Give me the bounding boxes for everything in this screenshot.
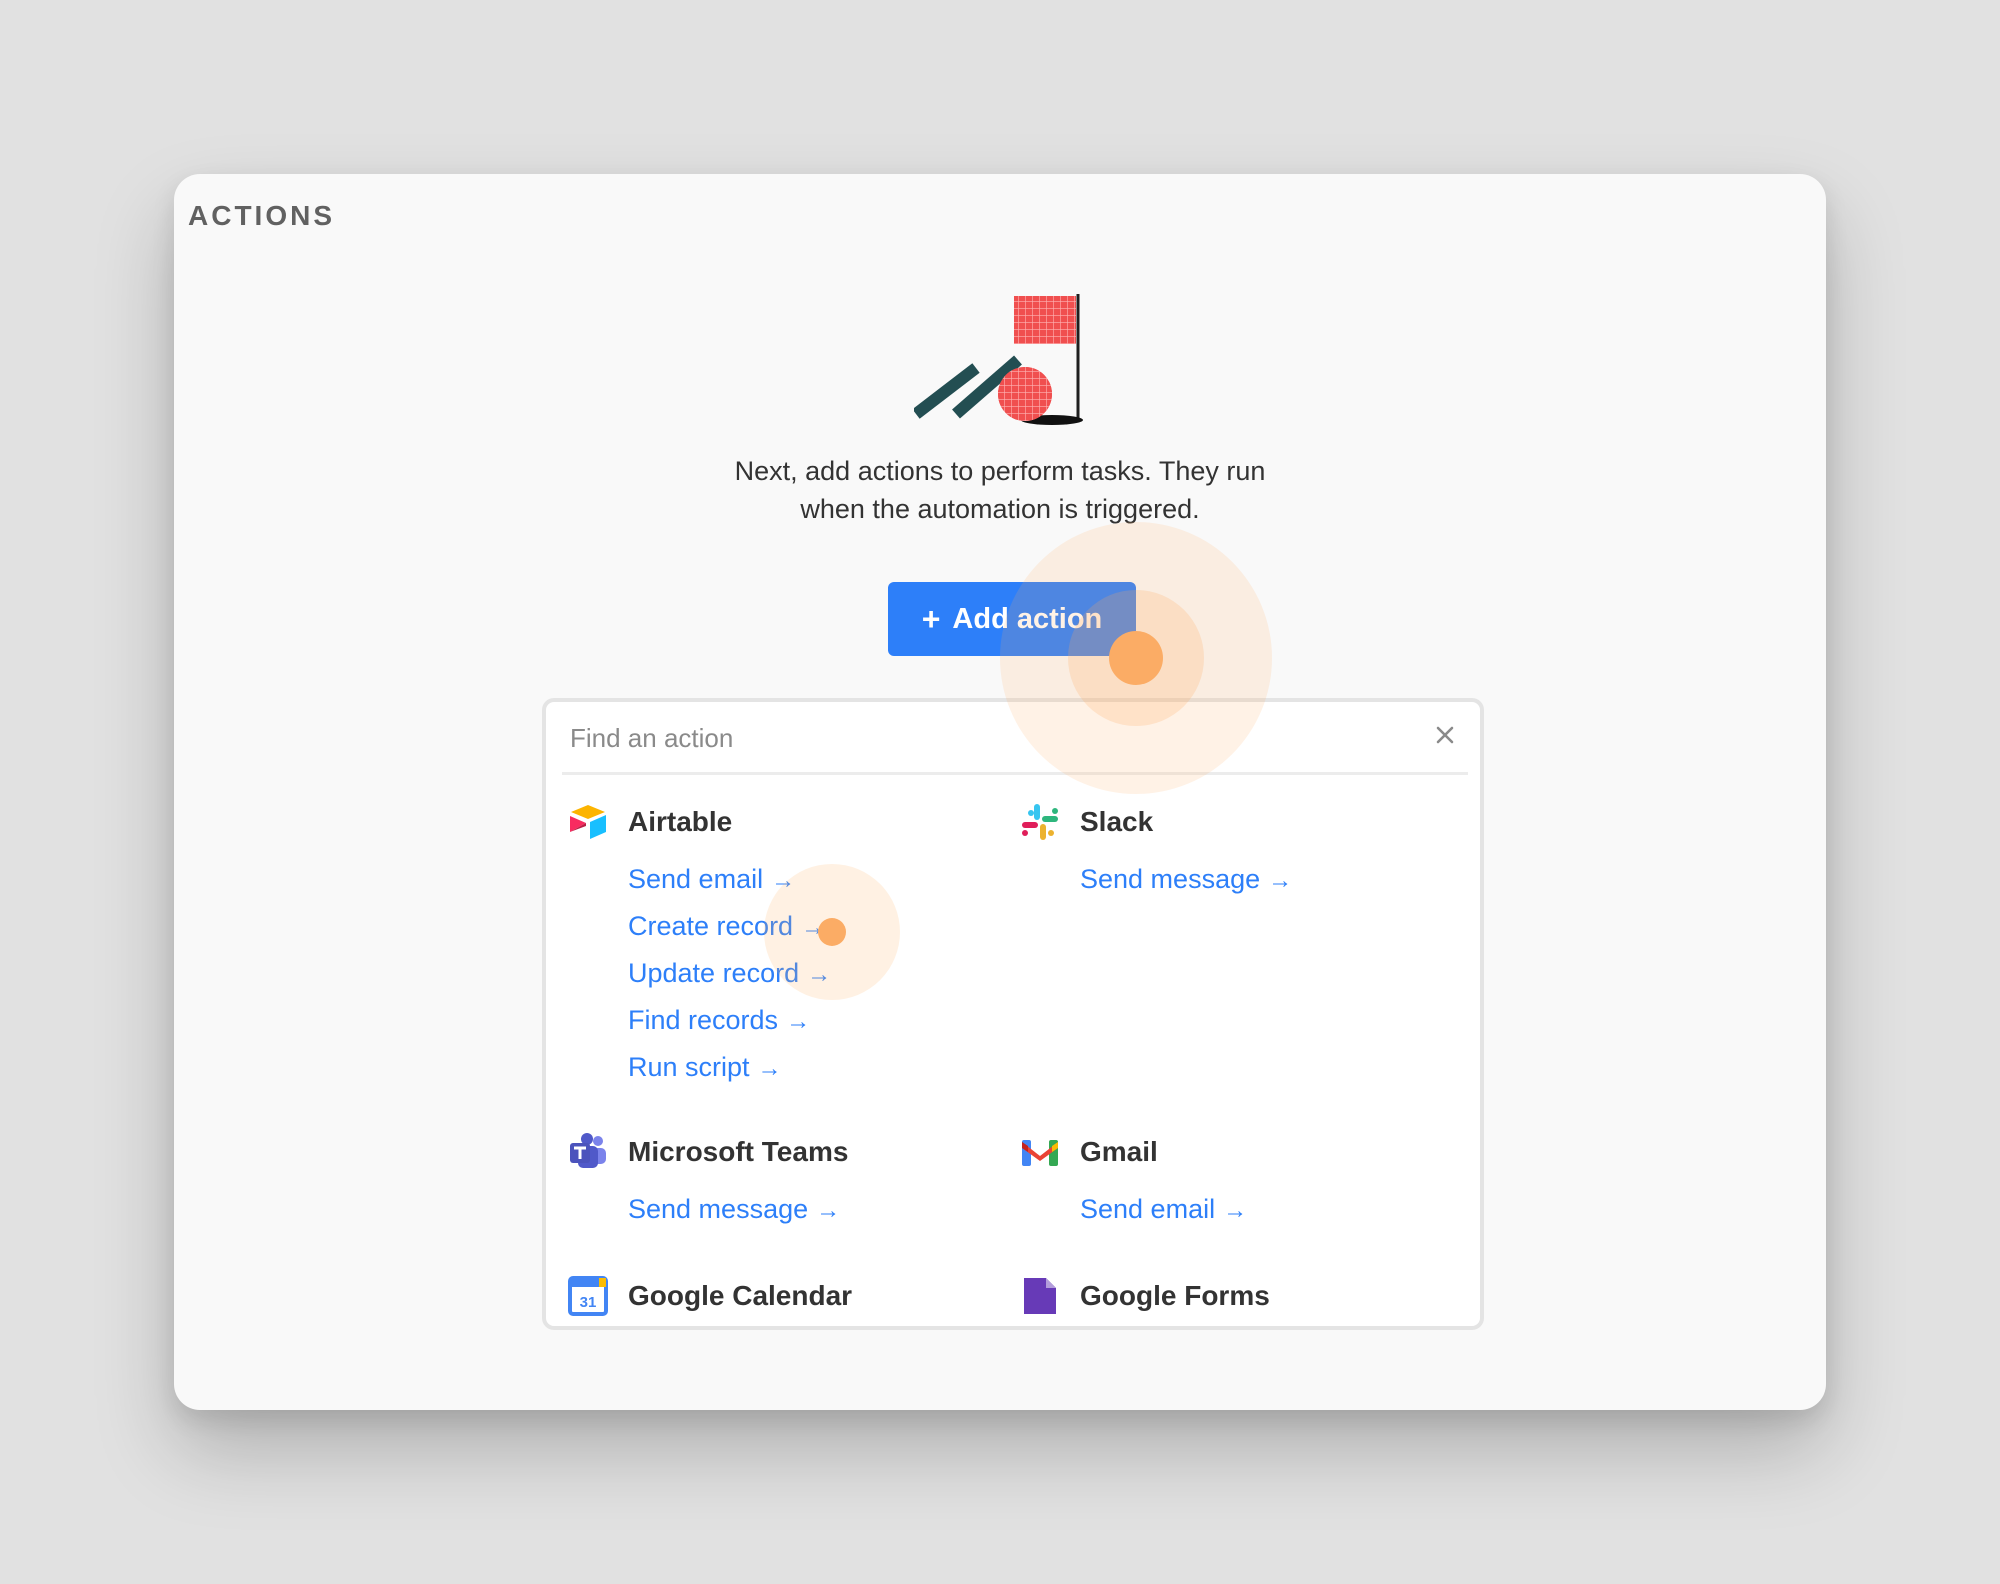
action-run-script[interactable]: Run script → [628, 1044, 831, 1091]
group-name-gmail: Gmail [1080, 1136, 1158, 1167]
action-send-message[interactable]: Send message → [628, 1186, 848, 1233]
group-header-airtable: Airtable [568, 802, 831, 842]
intro-line-2: when the automation is triggered. [800, 494, 1200, 524]
action-update-record[interactable]: Update record → [628, 950, 831, 997]
add-action-label: Add action [952, 602, 1103, 635]
group-microsoft-teams: Microsoft Teams Send message → [568, 1132, 848, 1233]
arrow-right-icon: → [1268, 867, 1293, 894]
action-picker-panel: Airtable Send email → Create record → Upda… [542, 698, 1484, 1330]
action-send-email[interactable]: Send email → [1080, 1186, 1247, 1233]
action-create-record[interactable]: Create record → [628, 903, 831, 950]
intro-text: Next, add actions to perform tasks. They… [650, 452, 1350, 528]
group-slack: Slack Send message → [1020, 802, 1292, 903]
group-header-google-forms: Google Forms [1020, 1276, 1270, 1316]
airtable-icon [570, 805, 606, 839]
arrow-right-icon: → [816, 1197, 841, 1224]
section-title: ACTIONS [188, 200, 335, 231]
microsoft-teams-icon [570, 1133, 606, 1168]
arrow-right-icon: → [807, 961, 832, 988]
actions-window: ACTIONS Next, add actions to perform tas… [174, 174, 1826, 1410]
group-name-slack: Slack [1080, 806, 1154, 837]
close-icon [1436, 726, 1454, 744]
intro-line-1: Next, add actions to perform tasks. They… [734, 456, 1266, 486]
action-label: Send message [1080, 864, 1261, 894]
action-label: Update record [628, 958, 800, 988]
action-send-message[interactable]: Send message → [1080, 856, 1292, 903]
empty-state-illustration [914, 294, 1083, 425]
add-action-button[interactable]: + Add action [888, 582, 1136, 656]
search-row [562, 702, 1468, 775]
arrow-right-icon: → [801, 914, 826, 941]
plus-icon: + [921, 601, 941, 637]
group-header-gmail: Gmail [1020, 1132, 1247, 1172]
find-action-input[interactable] [568, 712, 1392, 764]
action-label: Send message [628, 1194, 809, 1224]
google-calendar-icon: 31 [568, 1276, 608, 1316]
action-label: Send email [628, 864, 764, 894]
action-label: Run script [628, 1052, 750, 1082]
arrow-right-icon: → [786, 1008, 811, 1035]
group-header-google-calendar: 31 Google Calendar [568, 1276, 852, 1316]
group-name-google-forms: Google Forms [1080, 1280, 1270, 1311]
slack-icon [1022, 804, 1058, 840]
close-button[interactable] [1428, 718, 1462, 752]
airtable-action-list: Send email → Create record → Update record… [628, 856, 831, 1091]
action-find-records[interactable]: Find records → [628, 997, 831, 1044]
action-label: Find records [628, 1005, 779, 1035]
google-forms-icon [1024, 1278, 1056, 1314]
group-airtable: Airtable Send email → Create record → Upda… [568, 802, 831, 1091]
arrow-right-icon: → [771, 867, 796, 894]
arrow-right-icon: → [1223, 1197, 1248, 1224]
group-name-google-calendar: Google Calendar [628, 1280, 853, 1311]
slack-action-list: Send message → [1080, 856, 1292, 903]
group-header-slack: Slack [1020, 802, 1292, 842]
action-label: Create record [628, 911, 794, 941]
arrow-right-icon: → [757, 1055, 782, 1082]
group-name-microsoft-teams: Microsoft Teams [628, 1136, 849, 1167]
group-google-calendar: 31 Google Calendar [568, 1276, 852, 1316]
gmail-action-list: Send email → [1080, 1186, 1247, 1233]
microsoft-teams-action-list: Send message → [628, 1186, 848, 1233]
group-name-airtable: Airtable [628, 806, 733, 837]
action-label: Send email [1080, 1194, 1216, 1224]
calendar-day-number: 31 [580, 1294, 597, 1311]
gmail-icon [1022, 1140, 1058, 1166]
group-google-forms: Google Forms [1020, 1276, 1270, 1316]
group-header-microsoft-teams: Microsoft Teams [568, 1132, 848, 1172]
group-gmail: Gmail Send email → [1020, 1132, 1247, 1233]
action-send-email[interactable]: Send email → [628, 856, 831, 903]
